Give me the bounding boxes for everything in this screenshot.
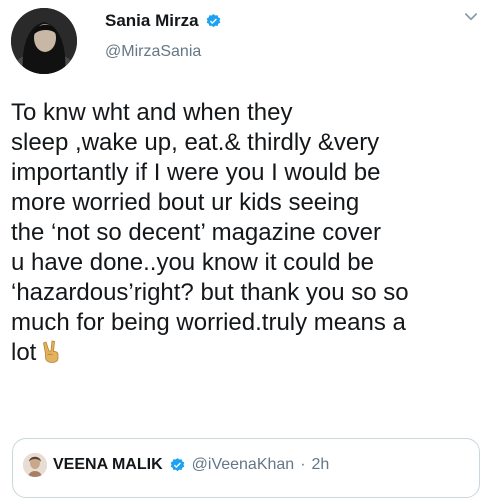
tweet-line: more worried bout ur kids seeing <box>11 189 360 216</box>
profile-photo-icon <box>23 453 47 477</box>
tweet-line: lot <box>11 339 37 366</box>
tweet-line: To knw wht and when they <box>11 99 293 126</box>
author-avatar[interactable] <box>11 8 77 74</box>
quoted-author-handle[interactable]: @iVeenaKhan <box>192 456 295 474</box>
tweet-line: much for being worried.truly means a <box>11 309 406 336</box>
chevron-down-icon[interactable] <box>462 8 480 26</box>
victory-hand-emoji-icon <box>43 340 59 363</box>
quoted-author-avatar[interactable] <box>23 453 47 477</box>
tweet-body: To knw wht and when they sleep ,wake up,… <box>11 98 489 368</box>
profile-photo-icon <box>11 8 77 74</box>
quoted-tweet-header: VEENA MALIK @iVeenaKhan · 2h <box>23 453 329 477</box>
quoted-tweet-time[interactable]: 2h <box>312 456 330 474</box>
tweet-line: u have done..you know it could be <box>11 249 374 276</box>
author-handle[interactable]: @MirzaSania <box>105 43 201 61</box>
tweet-line: importantly if I were you I would be <box>11 159 381 186</box>
tweet-line: ‘hazardous’right? but thank you so so <box>11 279 409 306</box>
verified-badge-icon <box>206 13 220 27</box>
author-display-name[interactable]: Sania Mirza <box>105 11 199 31</box>
tweet-card: Sania Mirza @MirzaSania To knw wht and w… <box>0 0 492 498</box>
quoted-author-display-name[interactable]: VEENA MALIK <box>53 456 163 474</box>
author-name-row: Sania Mirza <box>105 10 222 32</box>
tweet-line: sleep ,wake up, eat.& thirdly &very <box>11 129 380 156</box>
verified-badge-icon <box>170 457 184 471</box>
meta-separator: · <box>300 456 306 473</box>
tweet-line: the ‘not so decent’ magazine cover <box>11 219 381 246</box>
quoted-tweet[interactable]: VEENA MALIK @iVeenaKhan · 2h <box>12 438 480 498</box>
